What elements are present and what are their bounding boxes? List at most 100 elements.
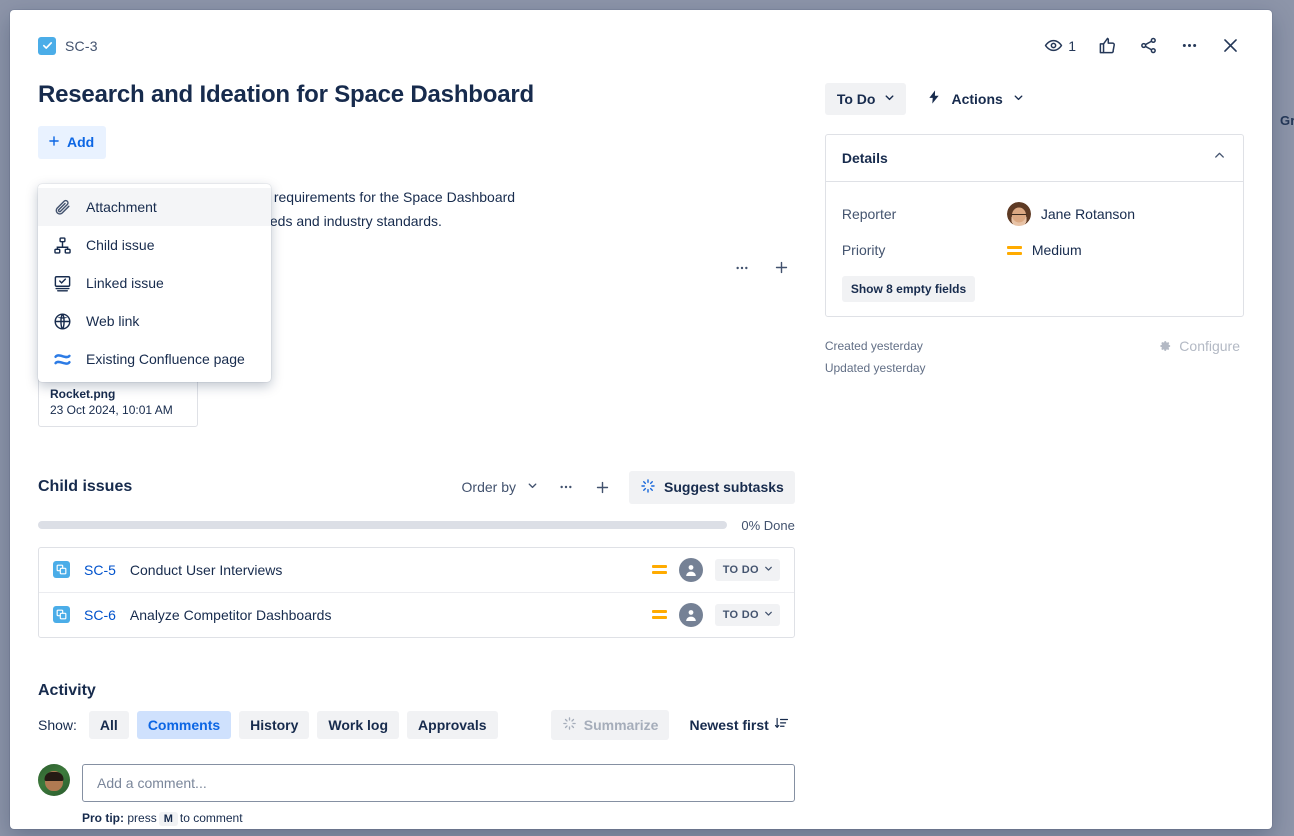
suggest-subtasks-label: Suggest subtasks (664, 479, 784, 496)
plus-icon (47, 134, 61, 151)
child-issue-summary[interactable]: Analyze Competitor Dashboards (130, 607, 638, 623)
pro-tip-key: M (158, 811, 178, 826)
globe-icon (52, 311, 72, 331)
comment-composer (38, 763, 795, 802)
menu-item-web-link[interactable]: Web link (38, 302, 271, 340)
close-icon[interactable] (1217, 32, 1244, 59)
child-issue-summary[interactable]: Conduct User Interviews (130, 562, 638, 578)
tab-all[interactable]: All (88, 710, 129, 739)
assignee-avatar[interactable] (678, 602, 703, 627)
hierarchy-icon (52, 235, 72, 255)
menu-item-child-issue[interactable]: Child issue (38, 226, 271, 264)
child-issues-progress: 0% Done (38, 518, 795, 533)
field-label: Priority (841, 242, 886, 258)
child-issue-key[interactable]: SC-6 (84, 607, 116, 623)
gear-icon (1157, 337, 1172, 355)
watch-button[interactable]: 1 (1040, 32, 1080, 59)
subtask-type-icon (53, 561, 70, 579)
chevron-down-icon (526, 479, 539, 495)
order-by-dropdown[interactable]: Order by (458, 475, 543, 499)
chevron-down-icon (763, 608, 774, 622)
add-button[interactable]: Add (38, 125, 107, 159)
details-panel-header[interactable]: Details (825, 135, 1243, 182)
activity-title: Activity (38, 681, 96, 699)
menu-item-label: Linked issue (86, 274, 164, 291)
sort-descending-icon (774, 716, 789, 734)
child-issue-key[interactable]: SC-5 (84, 562, 116, 578)
pro-tip-bold: Pro tip: (82, 810, 124, 825)
sidebar: To Do Actions Details Reporter Jane Rota… (824, 59, 1244, 826)
pro-tip: Pro tip: press Mto comment (82, 811, 795, 826)
order-by-label: Order by (461, 479, 516, 496)
details-panel-body: Reporter Jane Rotanson Priority Medium S… (826, 182, 1243, 316)
avatar (1006, 202, 1031, 226)
priority-medium-icon (651, 610, 667, 620)
issue-detail-modal: SC-3 1 Research and Ideation for Space D… (10, 10, 1272, 829)
menu-item-attachment[interactable]: Attachment (38, 188, 271, 226)
backdrop-edge-text: Gr (1280, 113, 1294, 128)
details-title: Details (841, 150, 888, 166)
watch-count: 1 (1068, 37, 1076, 54)
like-icon[interactable] (1094, 32, 1121, 59)
actions-label: Actions (951, 90, 1003, 107)
breadcrumb[interactable]: SC-3 (38, 36, 98, 55)
actions-dropdown[interactable]: Actions (916, 81, 1034, 116)
menu-item-label: Child issue (86, 236, 155, 253)
modal-header: SC-3 1 (10, 10, 1272, 59)
status-label: TO DO (722, 563, 759, 576)
add-dropdown-menu: Attachment Child issue Linked issue Web … (38, 184, 271, 382)
menu-item-label: Attachment (86, 198, 157, 215)
details-panel: Details Reporter Jane Rotanson Priority … (824, 134, 1244, 317)
pro-tip-post: to comment (179, 810, 243, 825)
linked-issue-icon (52, 273, 72, 293)
task-check-icon (38, 36, 56, 55)
configure-button[interactable]: Configure (1153, 335, 1244, 357)
menu-item-linked-issue[interactable]: Linked issue (38, 264, 271, 302)
child-issues-add-icon[interactable] (589, 474, 615, 500)
reporter-name: Jane Rotanson (1040, 206, 1136, 222)
configure-label: Configure (1179, 338, 1240, 354)
child-issues-section: Child issues Order by Suggest subtasks 0… (38, 470, 795, 638)
share-icon[interactable] (1135, 32, 1162, 59)
chevron-up-icon[interactable] (1212, 148, 1227, 168)
priority-medium-icon (651, 565, 667, 575)
child-issue-status[interactable]: TO DO (714, 558, 780, 581)
activity-section: Activity Show: All Comments History Work… (38, 682, 795, 826)
status-value: To Do (836, 90, 876, 107)
field-priority: Priority Medium (842, 232, 1227, 268)
tab-work-log[interactable]: Work log (317, 710, 400, 739)
more-icon[interactable] (1176, 32, 1203, 59)
avatar (38, 763, 70, 796)
main-column: Research and Ideation for Space Dashboar… (38, 59, 795, 826)
tab-approvals[interactable]: Approvals (407, 710, 498, 739)
child-issues-header: Child issues Order by Suggest subtasks (38, 470, 795, 504)
child-issues-more-icon[interactable] (553, 474, 579, 500)
table-row[interactable]: SC-5 Conduct User Interviews TO DO (39, 548, 794, 593)
meta-dates: Created yesterday Updated yesterday (825, 335, 926, 379)
sort-order-button[interactable]: Newest first (683, 710, 794, 740)
attachment-date: 23 Oct 2024, 10:01 AM (50, 402, 173, 417)
tab-comments[interactable]: Comments (136, 710, 232, 739)
field-value[interactable]: Medium (1006, 242, 1082, 258)
child-issues-title: Child issues (38, 478, 133, 496)
tab-history[interactable]: History (239, 710, 310, 739)
table-row[interactable]: SC-6 Analyze Competitor Dashboards TO DO (39, 593, 794, 637)
child-issues-tools: Order by Suggest subtasks (458, 470, 795, 504)
child-issue-status[interactable]: TO DO (714, 603, 780, 626)
status-dropdown[interactable]: To Do (824, 82, 907, 115)
attachments-more-icon[interactable] (729, 255, 755, 281)
menu-item-label: Web link (86, 312, 140, 329)
show-empty-fields-button[interactable]: Show 8 empty fields (841, 276, 976, 302)
menu-item-confluence-page[interactable]: Existing Confluence page (38, 340, 271, 378)
field-value[interactable]: Jane Rotanson (1006, 202, 1136, 226)
summarize-label: Summarize (583, 716, 659, 733)
summarize-button[interactable]: Summarize (550, 709, 670, 740)
assignee-avatar[interactable] (678, 557, 703, 582)
attachments-add-icon[interactable] (769, 255, 795, 281)
child-issue-row-actions: TO DO (651, 557, 780, 582)
breadcrumb-issue-key[interactable]: SC-3 (65, 38, 98, 54)
sort-order-label: Newest first (689, 716, 769, 733)
suggest-subtasks-button[interactable]: Suggest subtasks (629, 470, 795, 504)
comment-input[interactable] (82, 763, 795, 802)
header-actions: 1 (1040, 32, 1244, 59)
